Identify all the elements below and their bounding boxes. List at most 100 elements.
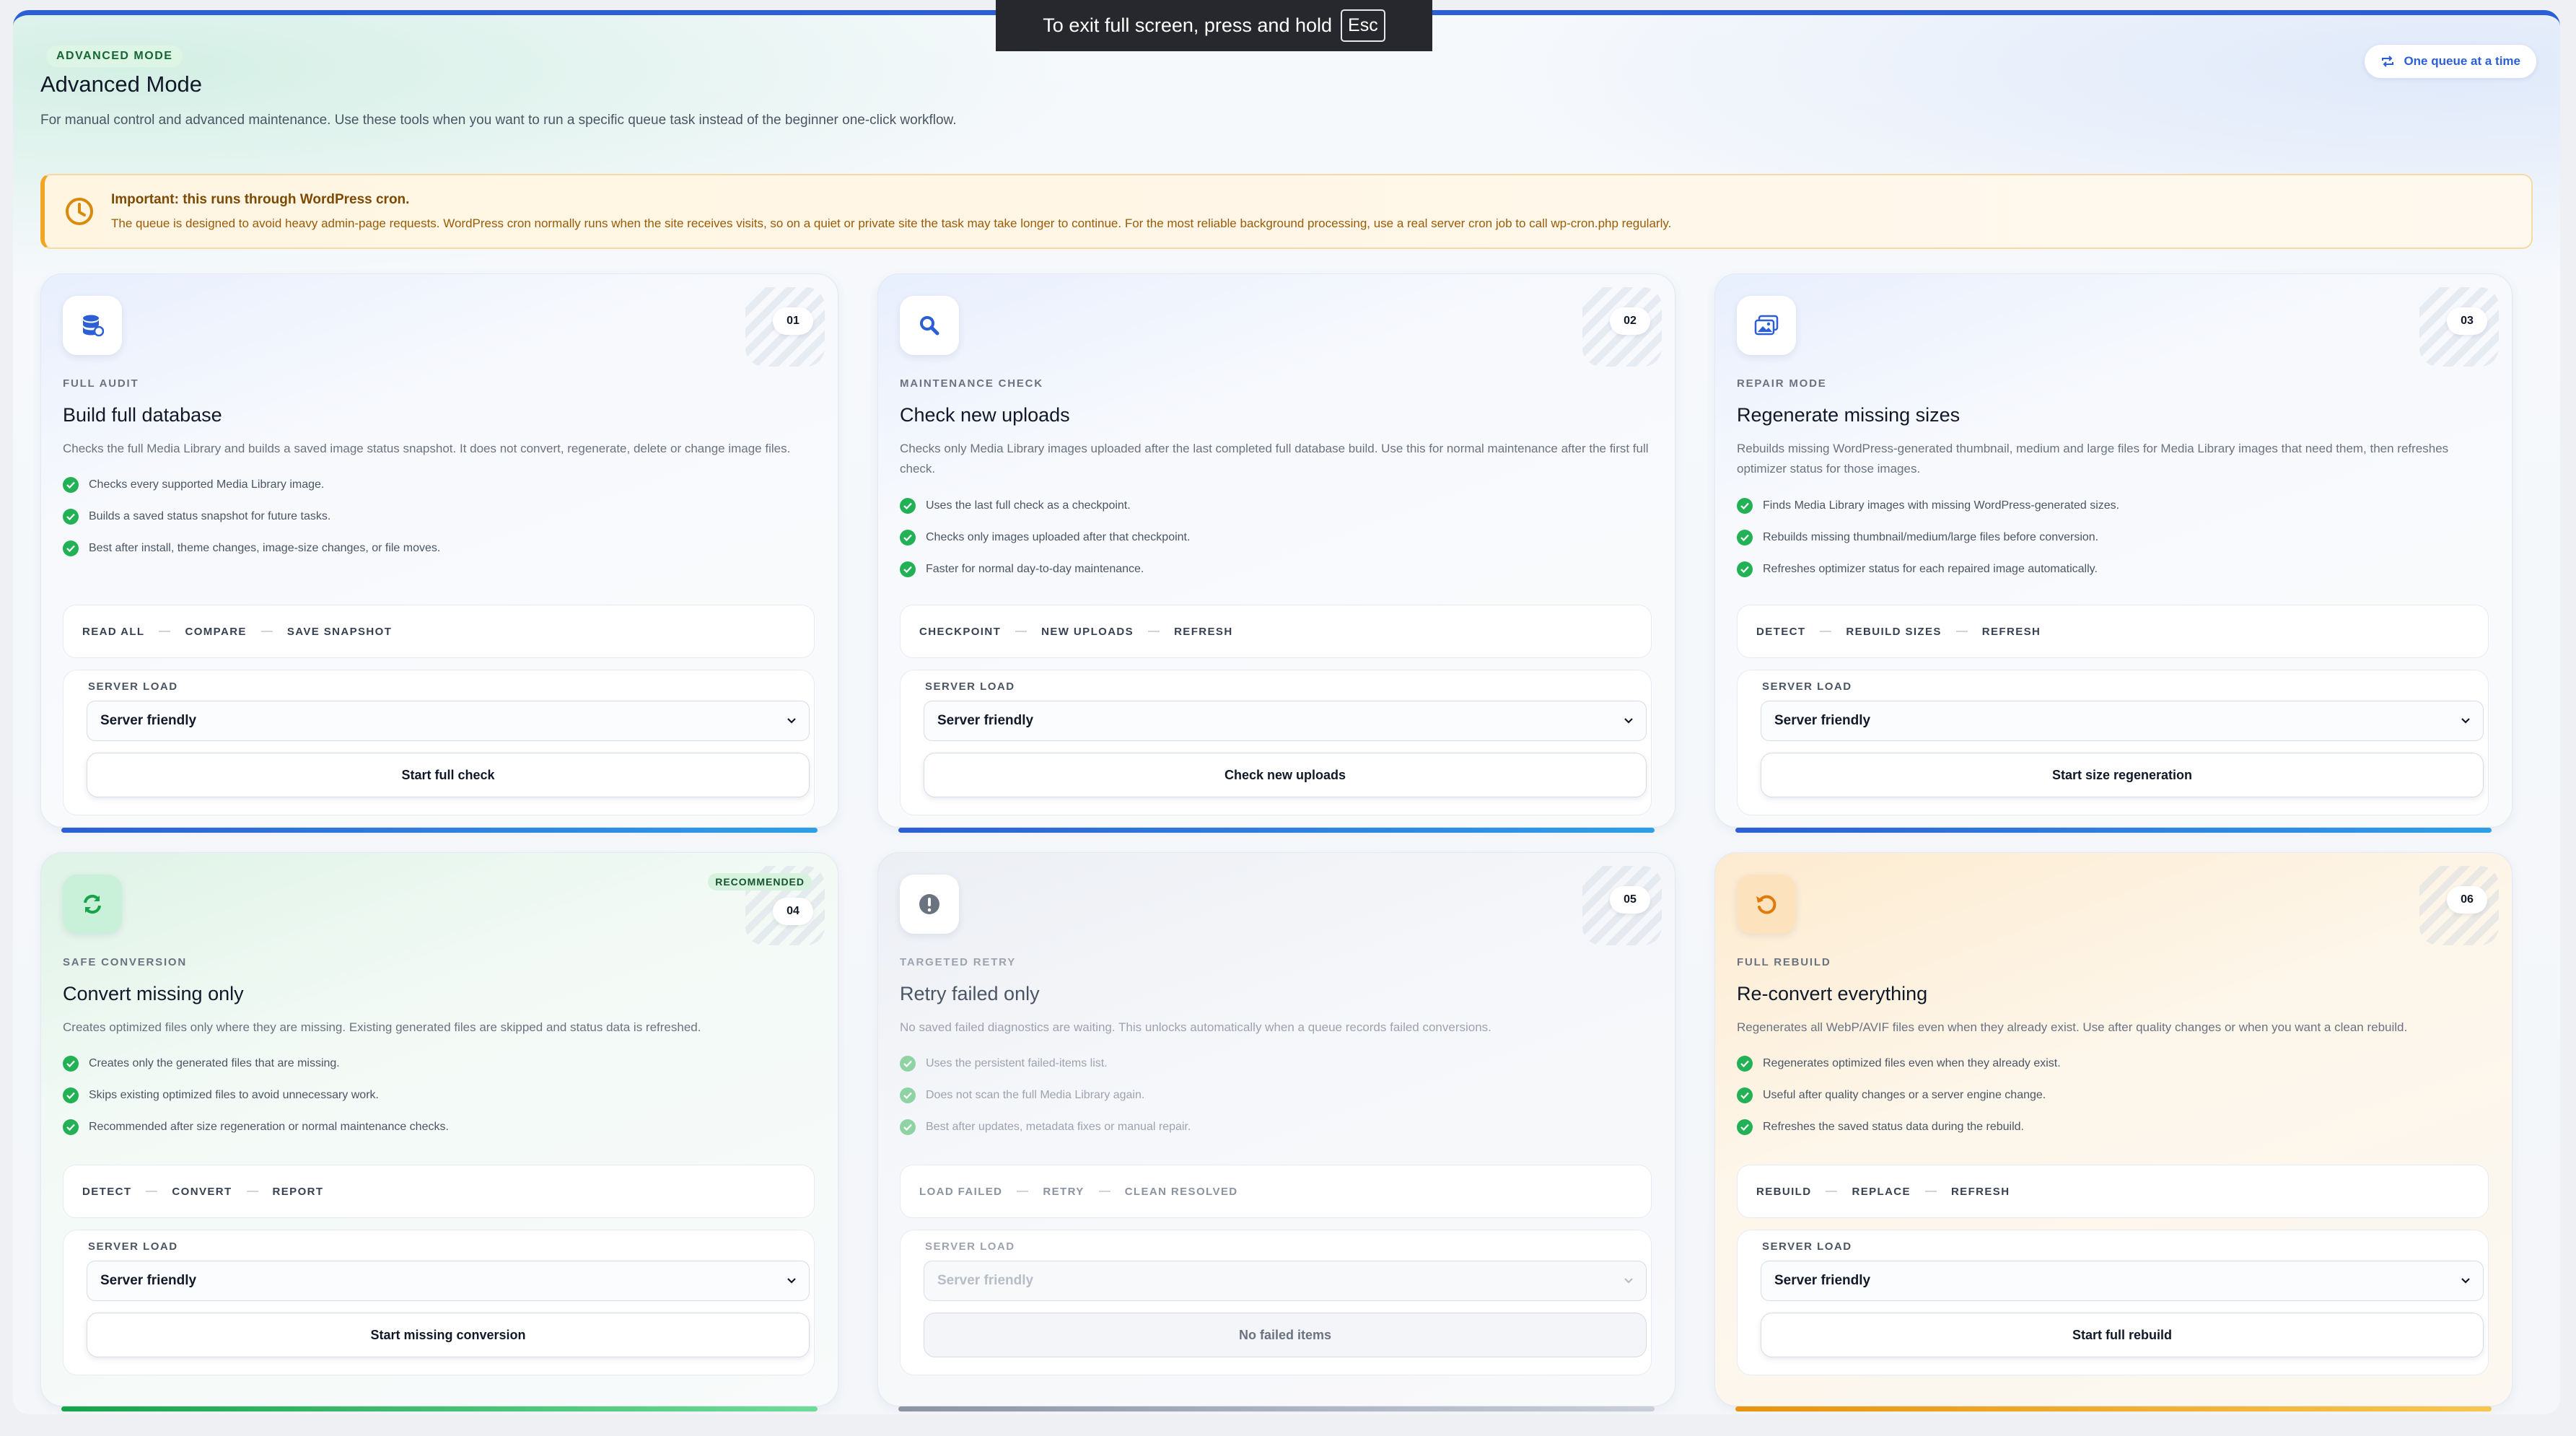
server-load-label: SERVER LOAD [1762, 1240, 1852, 1253]
recommended-badge: RECOMMENDED [708, 873, 812, 890]
card-targeted-retry: 05 TARGETED RETRY Retry failed only No s… [877, 852, 1675, 1411]
no-failed-items-button: No failed items [924, 1313, 1647, 1357]
card-eyebrow: SAFE CONVERSION [63, 956, 188, 968]
card-eyebrow: MAINTENANCE CHECK [900, 377, 1043, 390]
server-load-select[interactable]: Server friendly [87, 701, 810, 741]
step-label: COMPARE [185, 625, 247, 638]
card-number: 01 [773, 307, 813, 335]
check-icon [900, 1119, 916, 1135]
card-eyebrow: REPAIR MODE [1737, 377, 1827, 390]
card-repair-mode: 03 REPAIR MODE Regenerate missing sizes … [1714, 273, 2513, 833]
card-controls: SERVER LOAD Server friendly Start full r… [1737, 1230, 2489, 1375]
server-load-label: SERVER LOAD [925, 1240, 1015, 1253]
step-label: REBUILD SIZES [1846, 625, 1942, 638]
esc-key-hint: Esc [1341, 9, 1385, 42]
list-item: Best after updates, metadata fixes or ma… [900, 1111, 1191, 1143]
card-description: Regenerates all WebP/AVIF files even whe… [1737, 1020, 2408, 1034]
card-bullets: Uses the last full check as a checkpoint… [900, 490, 1190, 585]
list-item: Finds Media Library images with missing … [1737, 490, 2119, 522]
mode-badge: ADVANCED MODE [46, 45, 183, 67]
server-load-select-disabled: Server friendly [924, 1261, 1647, 1301]
card-eyebrow: FULL REBUILD [1737, 956, 1831, 968]
card-accent-bar [1735, 828, 2492, 833]
list-item: Builds a saved status snapshot for futur… [63, 501, 440, 533]
card-accent-bar [61, 828, 818, 833]
card-controls: SERVER LOAD Server friendly Start missin… [63, 1230, 815, 1375]
server-load-label: SERVER LOAD [88, 680, 178, 693]
server-load-select[interactable]: Server friendly [1761, 701, 2484, 741]
check-icon [63, 1056, 79, 1072]
step-label: CLEAN RESOLVED [1124, 1185, 1238, 1198]
check-icon [1737, 530, 1753, 546]
card-number: 02 [1610, 307, 1650, 335]
chevron-down-icon [787, 718, 796, 724]
card-accent-bar [898, 1406, 1655, 1411]
step-label: LOAD FAILED [919, 1185, 1003, 1198]
list-item: Skips existing optimized files to avoid … [63, 1080, 449, 1111]
repeat-icon [2382, 56, 2394, 67]
card-controls: SERVER LOAD Server friendly No failed it… [900, 1230, 1652, 1375]
step-label: SAVE SNAPSHOT [286, 625, 393, 638]
card-number: 04 [773, 898, 813, 925]
check-icon [1737, 1056, 1753, 1072]
step-label: REPORT [272, 1185, 324, 1198]
card-bullets: Creates only the generated files that ar… [63, 1048, 449, 1143]
card-maintenance-check: 02 MAINTENANCE CHECK Check new uploads C… [877, 273, 1675, 833]
server-load-select[interactable]: Server friendly [924, 701, 1647, 741]
sync-icon [84, 894, 101, 914]
chevron-down-icon [2461, 718, 2470, 724]
card-bullets: Finds Media Library images with missing … [1737, 490, 2119, 585]
start-full-check-button[interactable]: Start full check [87, 753, 810, 797]
list-item: Faster for normal day-to-day maintenance… [900, 553, 1190, 585]
search-icon [920, 316, 939, 336]
card-icon-tile [63, 296, 122, 355]
check-icon [63, 477, 79, 493]
list-item: Best after install, theme changes, image… [63, 533, 440, 564]
queue-pill[interactable]: One queue at a time [2364, 44, 2537, 79]
step-flow: DETECT CONVERT REPORT [63, 1165, 815, 1218]
card-controls: SERVER LOAD Server friendly Start full c… [63, 670, 815, 815]
list-item: Does not scan the full Media Library aga… [900, 1080, 1191, 1111]
check-icon [1737, 1087, 1753, 1103]
check-icon [900, 530, 916, 546]
card-title: Re-convert everything [1737, 983, 1928, 1004]
chevron-down-icon [787, 1278, 796, 1284]
chevron-down-icon [2461, 1278, 2470, 1284]
toast-text: To exit full screen, press and hold [1043, 14, 1333, 36]
notice-body: The queue is designed to avoid heavy adm… [111, 216, 1672, 230]
check-icon [1737, 498, 1753, 514]
rotate-icon [1756, 895, 1777, 914]
queue-pill-label: One queue at a time [2404, 54, 2520, 68]
card-title: Regenerate missing sizes [1737, 404, 1961, 426]
check-icon [63, 509, 79, 525]
server-load-select[interactable]: Server friendly [87, 1261, 810, 1301]
step-label: DETECT [1756, 625, 1806, 638]
server-load-select[interactable]: Server friendly [1761, 1261, 2484, 1301]
step-label: CONVERT [172, 1185, 232, 1198]
check-icon [1737, 561, 1753, 577]
check-icon [63, 540, 79, 556]
list-item: Uses the persistent failed-items list. [900, 1048, 1191, 1080]
fullscreen-exit-toast: To exit full screen, press and hold Esc [996, 0, 1432, 51]
card-icon-tile [63, 875, 122, 934]
card-number: 06 [2447, 886, 2487, 914]
alert-icon [919, 894, 939, 914]
check-new-uploads-button[interactable]: Check new uploads [924, 753, 1647, 797]
server-load-label: SERVER LOAD [925, 680, 1015, 693]
step-label: READ ALL [82, 625, 145, 638]
card-accent-bar [61, 1406, 818, 1411]
start-full-rebuild-button[interactable]: Start full rebuild [1761, 1313, 2484, 1357]
card-full-audit: 01 FULL AUDIT Build full database Checks… [40, 273, 838, 833]
card-bullets: Checks every supported Media Library ima… [63, 469, 440, 564]
card-icon-tile [1737, 296, 1796, 355]
start-missing-conversion-button[interactable]: Start missing conversion [87, 1313, 810, 1357]
card-title: Convert missing only [63, 983, 244, 1004]
card-description: Rebuilds missing WordPress-generated thu… [1737, 442, 2449, 476]
card-title: Retry failed only [900, 983, 1040, 1004]
check-icon [1737, 1119, 1753, 1135]
list-item: Checks only images uploaded after that c… [900, 522, 1190, 553]
start-size-regeneration-button[interactable]: Start size regeneration [1761, 753, 2484, 797]
step-label: CHECKPOINT [919, 625, 1002, 638]
card-title: Check new uploads [900, 404, 1070, 426]
chevron-down-icon [1624, 1278, 1633, 1284]
